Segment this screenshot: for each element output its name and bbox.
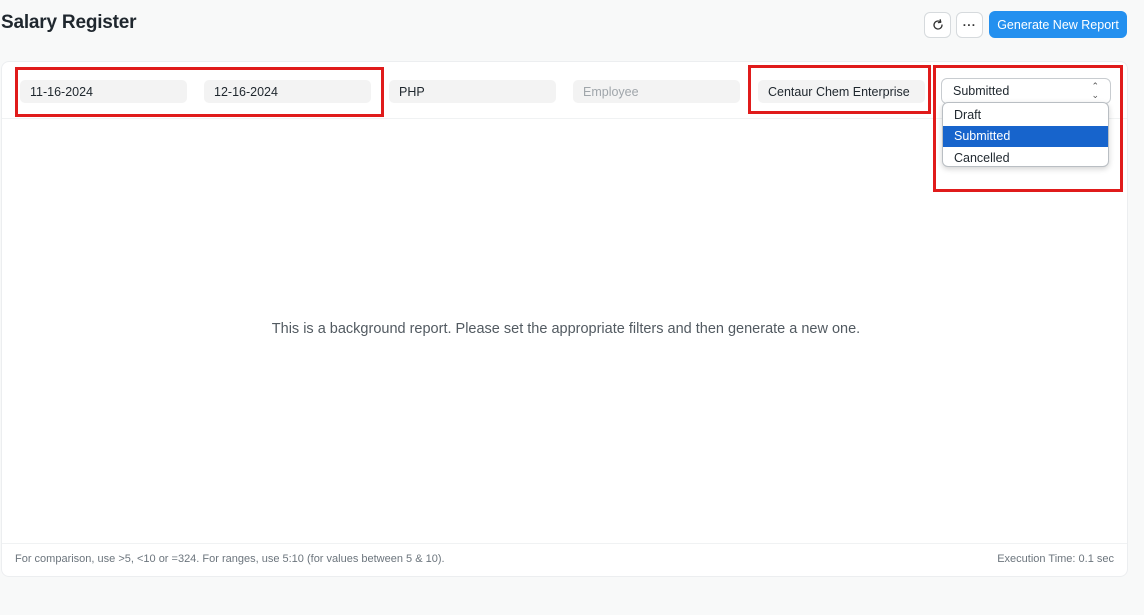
footer-divider: [2, 543, 1127, 544]
execution-time: Execution Time: 0.1 sec: [997, 553, 1114, 565]
docstatus-select[interactable]: Submitted ⌃ ⌄: [941, 78, 1111, 104]
filter-hint: For comparison, use >5, <10 or =324. For…: [15, 553, 445, 565]
ellipsis-icon: ···: [962, 18, 977, 32]
dropdown-option-draft[interactable]: Draft: [943, 104, 1108, 126]
more-options-button[interactable]: ···: [956, 12, 983, 38]
generate-new-report-button[interactable]: Generate New Report: [989, 11, 1127, 38]
from-date-field[interactable]: 11-16-2024: [20, 80, 187, 103]
company-field[interactable]: Centaur Chem Enterprise: [758, 80, 925, 103]
currency-field[interactable]: PHP: [389, 80, 556, 103]
docstatus-dropdown-menu: Draft Submitted Cancelled: [942, 102, 1109, 167]
to-date-field[interactable]: 12-16-2024: [204, 80, 371, 103]
page-title: Salary Register: [1, 12, 137, 33]
dropdown-option-cancelled[interactable]: Cancelled: [943, 147, 1108, 166]
page-header: Salary Register ··· Generate New Report: [0, 0, 1144, 50]
empty-state-message: This is a background report. Please set …: [271, 321, 861, 337]
dropdown-option-submitted[interactable]: Submitted: [943, 125, 1108, 147]
refresh-button[interactable]: [924, 12, 951, 38]
docstatus-selected-value: Submitted: [953, 84, 1010, 98]
chevron-updown-icon: ⌃ ⌄: [1091, 81, 1099, 100]
refresh-icon: [932, 19, 943, 30]
employee-field[interactable]: Employee: [573, 80, 740, 103]
